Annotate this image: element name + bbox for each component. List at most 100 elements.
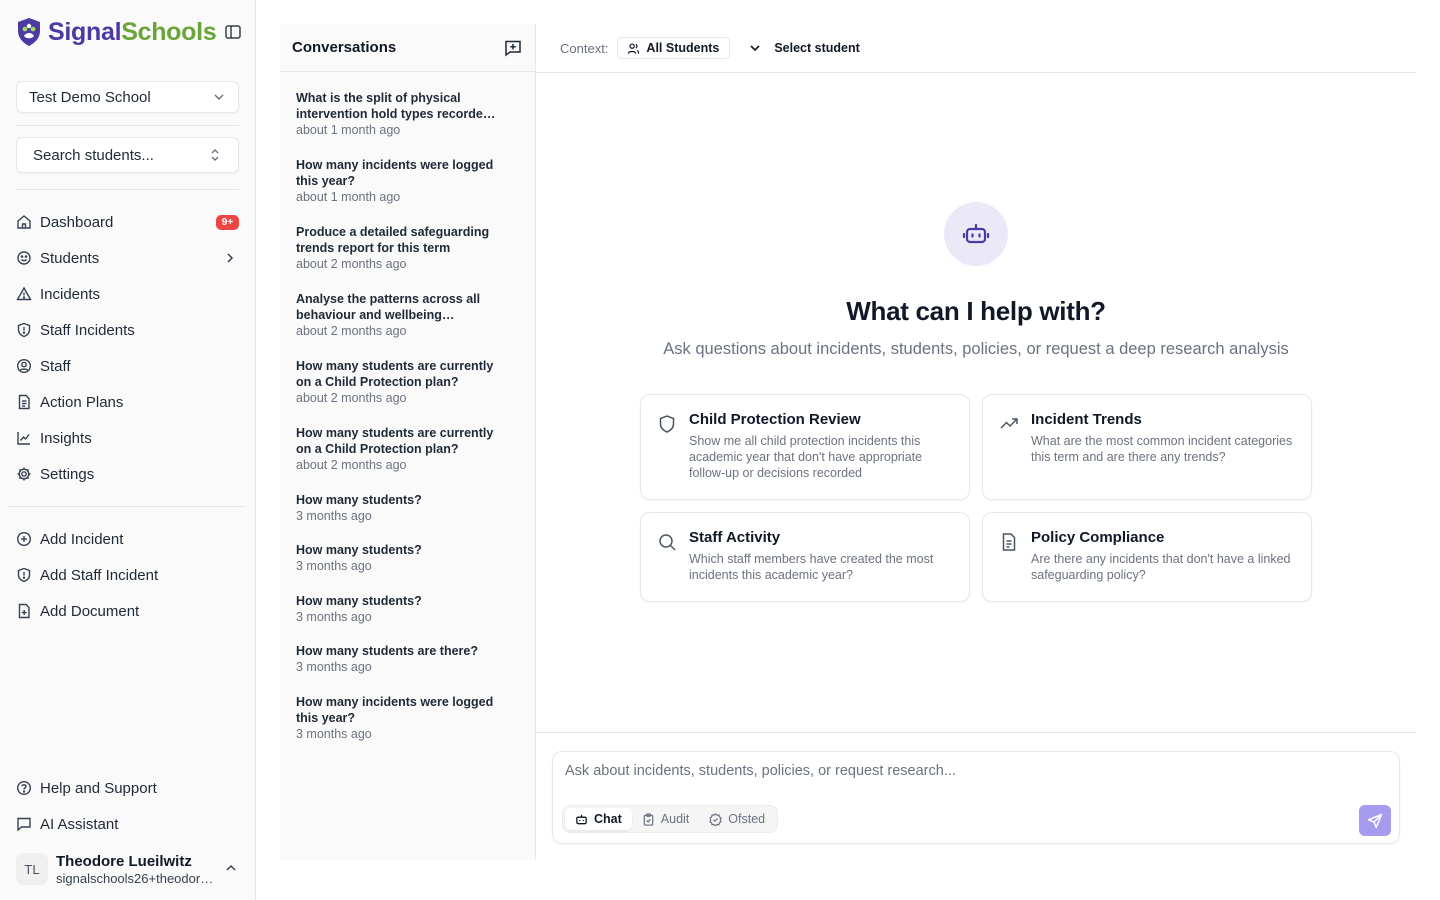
select-student-button[interactable]: Select student (774, 41, 859, 55)
assistant-avatar (944, 202, 1008, 266)
add-staff-incident-button[interactable]: Add Staff Incident (16, 561, 239, 589)
add-incident-button[interactable]: Add Incident (16, 525, 239, 553)
conversations-panel: Conversations What is the split of physi… (280, 24, 536, 860)
mode-ofsted-button[interactable]: Ofsted (699, 808, 775, 830)
suggestion-title: Policy Compliance (1031, 529, 1165, 546)
chat-main: Context: All Students Select student Wha… (536, 24, 1416, 860)
conversation-item[interactable]: How many incidents were logged this year… (296, 157, 500, 205)
divider (8, 506, 246, 507)
ai-assistant-link[interactable]: AI Assistant (16, 810, 239, 838)
nav-incidents[interactable]: Incidents (16, 280, 239, 308)
mode-audit-button[interactable]: Audit (632, 808, 700, 830)
conversation-item[interactable]: How many incidents were logged this year… (296, 694, 500, 742)
brand-name-part1: Signal (48, 17, 122, 46)
conversation-question: Analyse the patterns across all behaviou… (296, 292, 481, 322)
nav-staff[interactable]: Staff (16, 352, 239, 380)
nav-staff-label: Staff (40, 357, 71, 375)
conversation-time: about 1 month ago (296, 123, 401, 137)
conversation-time: about 2 months ago (296, 391, 407, 405)
mode-chat-button[interactable]: Chat (565, 808, 632, 830)
conversation-time: about 2 months ago (296, 458, 407, 472)
message-composer: Chat Audit Ofsted (552, 751, 1400, 844)
conversation-question: How many students are currently on a Chi… (296, 426, 494, 456)
conversation-item[interactable]: How many students? 3 months ago (296, 542, 500, 574)
bot-icon (962, 223, 990, 244)
nav-dashboard-label: Dashboard (40, 213, 114, 231)
nav-settings[interactable]: Settings (16, 460, 239, 488)
help-and-support-link[interactable]: Help and Support (16, 774, 239, 802)
suggestion-card-staff-activity[interactable]: Staff Activity Which staff members have … (640, 512, 970, 602)
new-conversation-button[interactable] (503, 38, 523, 58)
nav-action-plans-label: Action Plans (40, 393, 124, 411)
conversations-header: Conversations (280, 24, 535, 72)
suggestion-title: Incident Trends (1031, 411, 1142, 428)
mode-ofsted-label: Ofsted (728, 812, 766, 826)
nav-action-plans[interactable]: Action Plans (16, 388, 239, 416)
message-input[interactable] (565, 761, 1345, 781)
smile-icon (17, 251, 31, 265)
document-icon (1002, 533, 1016, 551)
chevron-right-icon (227, 253, 234, 263)
search-icon (659, 534, 676, 551)
suggestion-card-incident-trends[interactable]: Incident Trends What are the most common… (982, 394, 1312, 500)
notification-badge: 9+ (216, 215, 239, 230)
conversation-item[interactable]: Produce a detailed safeguarding trends r… (296, 224, 500, 272)
add-document-label: Add Document (40, 602, 140, 620)
conversation-item[interactable]: How many students are currently on a Chi… (296, 425, 500, 473)
context-label: Context: (560, 40, 609, 56)
conversation-time: 3 months ago (296, 610, 372, 624)
nav-insights[interactable]: Insights (16, 424, 239, 452)
alert-triangle-icon (16, 286, 32, 301)
nav-staff-incidents-label: Staff Incidents (40, 321, 135, 339)
user-name: Theodore Lueilwitz (56, 852, 192, 870)
conversation-question: How many students are there? (296, 644, 478, 658)
conversation-item[interactable]: How many students? 3 months ago (296, 593, 500, 625)
shield-alert-icon (17, 567, 31, 583)
chevron-down-icon[interactable] (748, 41, 762, 55)
conversation-time: about 1 month ago (296, 190, 401, 204)
signal-schools-logo (18, 18, 40, 46)
line-chart-icon (17, 432, 30, 445)
help-and-support-label: Help and Support (40, 779, 157, 797)
conversation-question: How many incidents were logged this year… (296, 158, 494, 188)
brand[interactable]: SignalSchools (16, 14, 217, 50)
conversation-item[interactable]: How many students? 3 months ago (296, 492, 500, 524)
suggestion-description: What are the most common incident catego… (1031, 434, 1293, 464)
mode-audit-label: Audit (660, 812, 690, 826)
avatar: TL (16, 853, 48, 885)
nav-insights-label: Insights (40, 429, 92, 447)
send-button[interactable] (1359, 805, 1391, 836)
suggestion-card-policy-compliance[interactable]: Policy Compliance Are there any incident… (982, 512, 1312, 602)
suggestion-card-child-protection[interactable]: Child Protection Review Show me all chil… (640, 394, 970, 500)
student-search-placeholder: Search students... (33, 146, 154, 164)
divider (16, 189, 239, 190)
gear-icon (17, 467, 31, 481)
chevron-down-icon (214, 94, 224, 101)
nav-dashboard[interactable]: Dashboard 9+ (16, 208, 239, 236)
add-document-button[interactable]: Add Document (16, 597, 239, 625)
conversation-item[interactable]: How many students are currently on a Chi… (296, 358, 500, 406)
conversation-item[interactable]: How many students are there? 3 months ag… (296, 643, 500, 675)
school-select[interactable]: Test Demo School (16, 81, 239, 113)
nav-students[interactable]: Students (16, 244, 239, 272)
nav-students-label: Students (40, 249, 100, 267)
school-select-value: Test Demo School (29, 88, 151, 106)
conversation-item[interactable]: What is the split of physical interventi… (296, 90, 500, 138)
shield-icon (659, 415, 675, 433)
nav-incidents-label: Incidents (40, 285, 101, 303)
trending-up-icon (1000, 418, 1018, 429)
nav-staff-incidents[interactable]: Staff Incidents (16, 316, 239, 344)
user-menu[interactable]: TL Theodore Lueilwitz signalschools26+th… (16, 850, 246, 888)
conversation-time: 3 months ago (296, 559, 372, 573)
conversation-time: 3 months ago (296, 509, 372, 523)
student-search-combobox[interactable]: Search students... (16, 137, 239, 173)
sidebar-toggle-button[interactable] (222, 21, 244, 43)
context-all-students-pill[interactable]: All Students (617, 37, 731, 59)
conversation-question: How many students? (296, 493, 422, 507)
conversations-title: Conversations (292, 39, 397, 56)
file-text-icon (18, 394, 30, 410)
user-email: signalschools26+theodore.lueilwitz@examp… (56, 870, 214, 886)
conversation-item[interactable]: Analyse the patterns across all behaviou… (296, 291, 500, 339)
clipboard-check-icon (643, 812, 654, 826)
shield-alert-icon (17, 322, 31, 338)
